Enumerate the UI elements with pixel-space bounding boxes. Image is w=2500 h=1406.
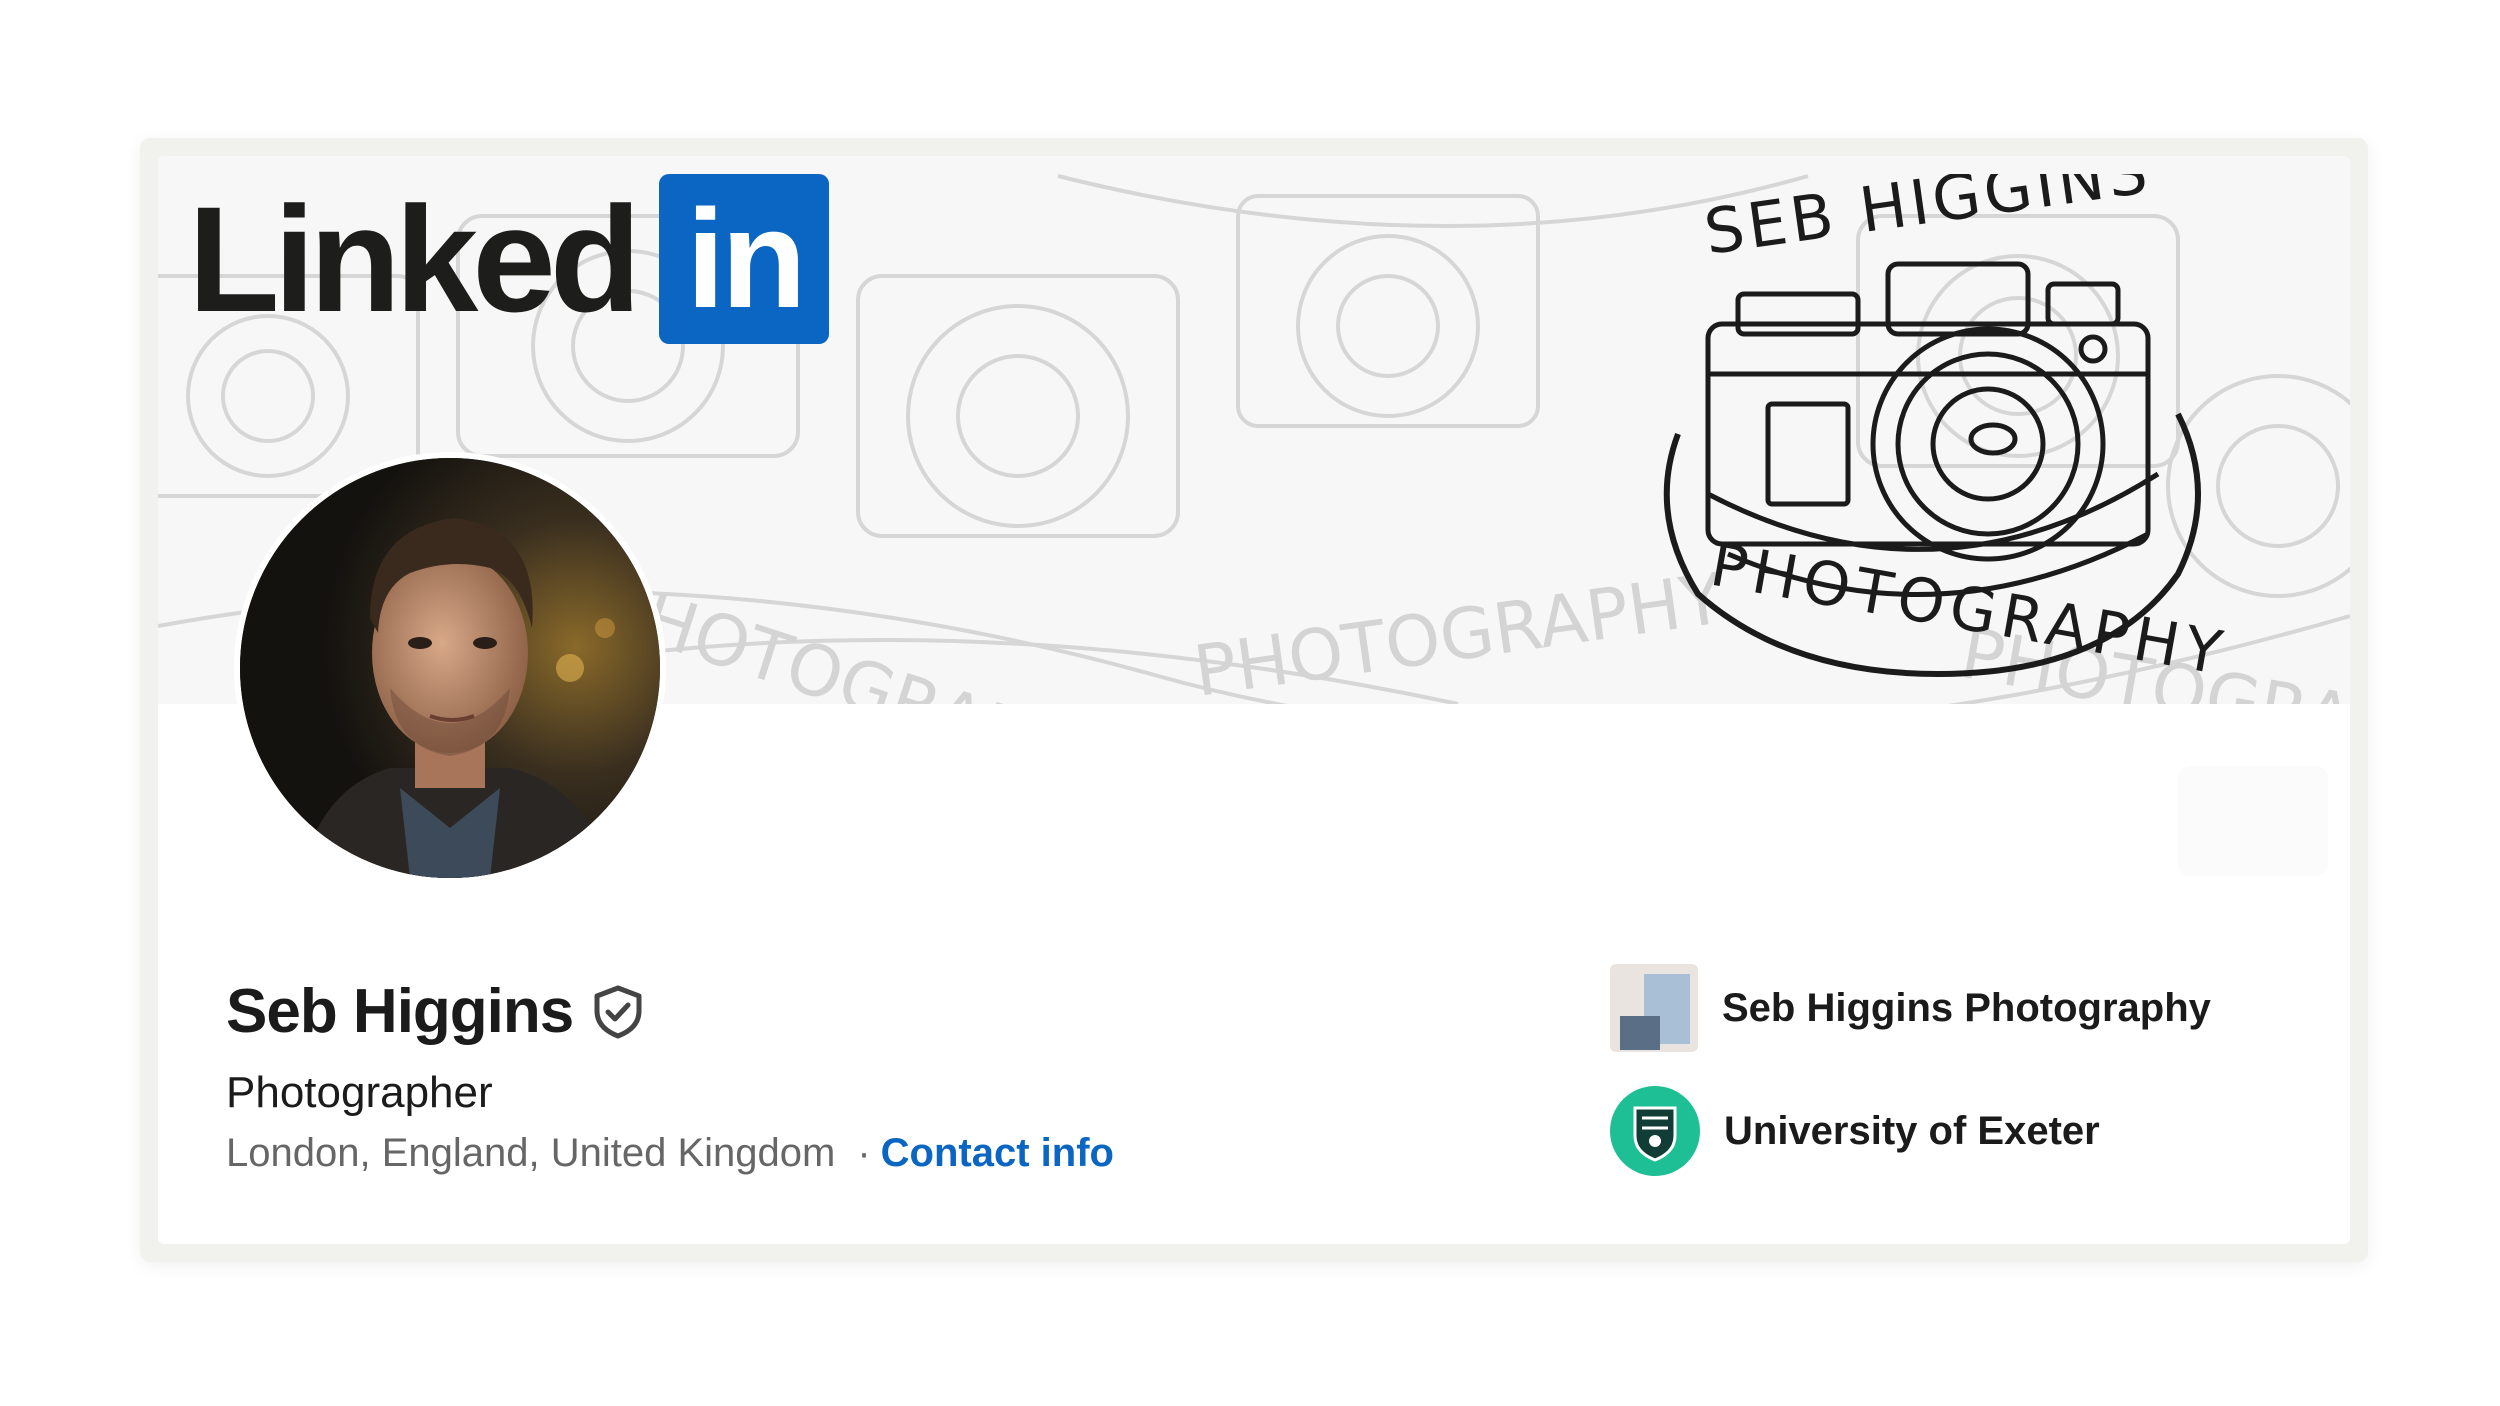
linkedin-in-box: in [659, 174, 830, 344]
profile-photo [240, 458, 660, 878]
profile-card: PHOTOGRAPHY PHOTOGRAPHY PHOTOGRAPHY Link… [158, 156, 2350, 1244]
seb-higgins-photography-logo: SEB HIGGINS PHOTOGRAPHY [1663, 174, 2233, 690]
verified-shield-icon[interactable] [589, 983, 647, 1041]
more-actions-button[interactable] [2178, 766, 2328, 876]
affiliation-company-label: Seb Higgins Photography [1722, 985, 2211, 1030]
profile-location: London, England, United Kingdom [226, 1131, 836, 1175]
location-row: London, England, United Kingdom · Contac… [226, 1131, 1114, 1176]
affiliation-company[interactable]: Seb Higgins Photography [1610, 964, 2211, 1052]
brand-logo-bottom-text: PHOTOGRAPHY [1705, 530, 2232, 690]
profile-avatar[interactable] [234, 452, 666, 884]
profile-headline: Photographer [226, 1068, 493, 1117]
affiliation-university-label: University of Exeter [1724, 1108, 2100, 1153]
affiliation-university[interactable]: University of Exeter [1610, 1086, 2100, 1176]
profile-name: Seb Higgins [226, 977, 574, 1046]
contact-info-link[interactable]: Contact info [881, 1131, 1114, 1176]
university-crest-icon [1610, 1086, 1700, 1176]
pattern-text-1: PHOTOGRAPHY [593, 564, 1126, 704]
brand-logo-top-text: SEB HIGGINS [1700, 174, 2156, 269]
name-row: Seb Higgins [226, 976, 647, 1047]
company-logo-icon [1610, 964, 1698, 1052]
separator-dot: · [857, 1131, 871, 1175]
linkedin-wordmark: Linked [188, 175, 641, 343]
linkedin-logo: Linked in [188, 174, 830, 344]
